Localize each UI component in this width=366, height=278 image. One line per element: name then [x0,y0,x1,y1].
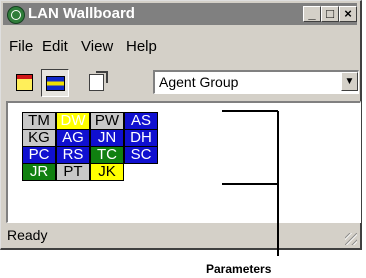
agent-tile-dw[interactable]: DW [56,112,90,130]
agent-tile-jk[interactable]: JK [90,163,124,181]
parameters-label: Parameters [206,262,272,276]
agent-tile-tm[interactable]: TM [22,112,56,130]
agent-tile-rs[interactable]: RS [56,146,90,164]
menu-edit[interactable]: Edit [42,38,68,55]
agent-group-select[interactable]: Agent Group ▼ [153,70,359,94]
app-globe-icon[interactable] [7,6,25,24]
agent-tile-pc[interactable]: PC [22,146,56,164]
chevron-down-icon[interactable]: ▼ [341,72,358,91]
status-bar: Ready [1,225,361,247]
agent-tile-pt[interactable]: PT [56,163,90,181]
menu-help[interactable]: Help [126,38,157,55]
agent-tile-dh[interactable]: DH [124,129,158,147]
agent-tile-sc[interactable]: SC [124,146,158,164]
agent-tile-jn[interactable]: JN [90,129,124,147]
bars-view-icon [46,76,65,91]
agent-tile-ag[interactable]: AG [56,129,90,147]
menu-view[interactable]: View [81,38,113,55]
combo-value: Agent Group [159,74,239,90]
window-title: LAN Wallboard [28,5,135,22]
agent-tile-jr[interactable]: JR [22,163,56,181]
lan-wallboard-window: LAN Wallboard _ □ × File Edit View Help … [0,0,362,250]
calendar-tool-button[interactable] [11,69,39,97]
status-text: Ready [7,227,48,243]
minimize-button[interactable]: _ [303,6,321,22]
agent-tile-kg[interactable]: KG [22,129,56,147]
resize-grip-icon[interactable] [345,233,357,245]
agent-tile-tc[interactable]: TC [90,146,124,164]
title-bar[interactable]: LAN Wallboard _ □ × [3,3,357,25]
wallboard-display: TM DW PW AS KG AG JN DH PC RS TC SC JR PT JK [6,101,361,223]
properties-tool-button[interactable] [83,69,111,97]
maximize-button[interactable]: □ [321,6,339,22]
close-button[interactable]: × [339,6,357,22]
menu-file[interactable]: File [9,38,33,55]
properties-icon [89,74,104,91]
agent-tile-as[interactable]: AS [124,112,158,130]
bars-view-tool-button[interactable] [41,69,69,97]
calendar-icon [16,74,33,91]
agent-tile-pw[interactable]: PW [90,112,124,130]
